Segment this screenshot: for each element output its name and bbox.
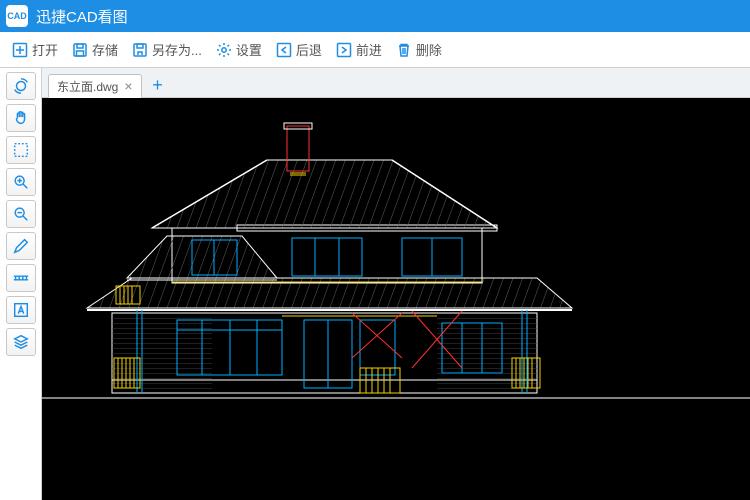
zoom-out-icon	[12, 205, 30, 223]
open-button[interactable]: 打开	[6, 36, 64, 64]
open-label: 打开	[32, 40, 58, 59]
settings-label: 设置	[236, 40, 262, 59]
redo-label: 前进	[356, 40, 382, 59]
settings-button[interactable]: 设置	[210, 36, 268, 64]
tab-label: 东立面.dwg	[57, 78, 118, 95]
zoom-out-tool[interactable]	[6, 200, 36, 228]
ruler-icon	[12, 269, 30, 287]
delete-label: 删除	[416, 40, 442, 59]
content-area: 东立面.dwg × +	[42, 68, 750, 500]
save-icon	[72, 42, 88, 58]
redo-button[interactable]: 前进	[330, 36, 388, 64]
text-icon	[12, 301, 30, 319]
saveas-label: 另存为...	[152, 40, 202, 59]
layers-icon	[12, 333, 30, 351]
orbit-icon	[12, 77, 30, 95]
title-bar: CAD 迅捷CAD看图	[0, 0, 750, 32]
orbit-tool[interactable]	[6, 72, 36, 100]
tool-palette	[0, 68, 42, 500]
trash-icon	[396, 42, 412, 58]
drawing-canvas[interactable]	[42, 98, 750, 500]
redo-icon	[336, 42, 352, 58]
region-tool[interactable]	[6, 136, 36, 164]
gear-icon	[216, 42, 232, 58]
plus-icon: +	[152, 75, 163, 96]
undo-icon	[276, 42, 292, 58]
tab-file[interactable]: 东立面.dwg ×	[48, 74, 142, 98]
saveas-button[interactable]: 另存为...	[126, 36, 208, 64]
app-logo-icon: CAD	[6, 5, 28, 27]
zoom-in-tool[interactable]	[6, 168, 36, 196]
line-tool[interactable]	[6, 232, 36, 260]
pan-tool[interactable]	[6, 104, 36, 132]
plus-box-icon	[12, 42, 28, 58]
hand-icon	[12, 109, 30, 127]
layers-tool[interactable]	[6, 328, 36, 356]
save-button[interactable]: 存储	[66, 36, 124, 64]
save-label: 存储	[92, 40, 118, 59]
undo-label: 后退	[296, 40, 322, 59]
tab-strip: 东立面.dwg × +	[42, 68, 750, 98]
app-title: 迅捷CAD看图	[36, 6, 128, 27]
dimension-tool[interactable]	[6, 264, 36, 292]
new-tab-button[interactable]: +	[146, 73, 170, 97]
main-toolbar: 打开 存储 另存为... 设置 后退 前进 删除	[0, 32, 750, 68]
pencil-icon	[12, 237, 30, 255]
undo-button[interactable]: 后退	[270, 36, 328, 64]
saveas-icon	[132, 42, 148, 58]
cad-drawing	[42, 98, 750, 500]
close-icon[interactable]: ×	[124, 79, 132, 93]
marquee-icon	[12, 141, 30, 159]
delete-button[interactable]: 删除	[390, 36, 448, 64]
text-tool[interactable]	[6, 296, 36, 324]
zoom-in-icon	[12, 173, 30, 191]
work-area: 东立面.dwg × +	[0, 68, 750, 500]
